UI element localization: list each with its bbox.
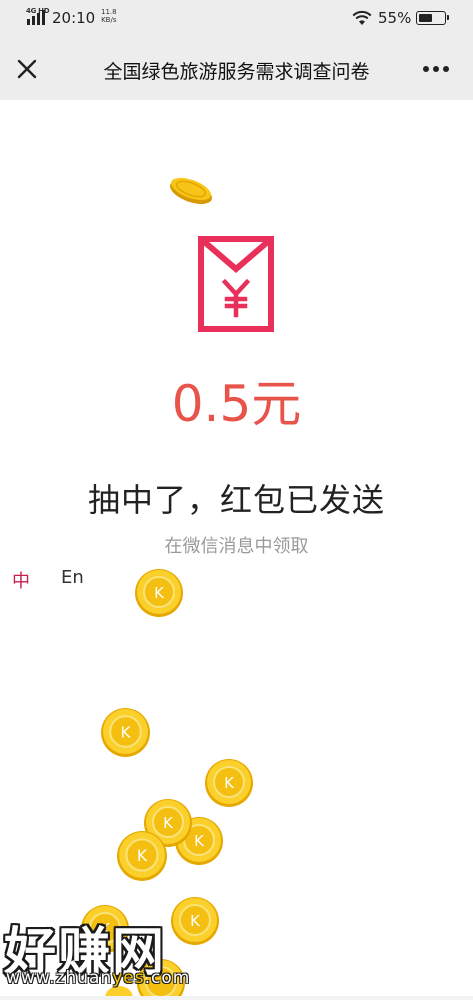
coin-icon: K xyxy=(205,759,253,807)
bottom-divider xyxy=(0,996,473,1000)
red-envelope-icon xyxy=(198,236,274,332)
signal-icon xyxy=(27,10,45,25)
result-title: 抽中了，红包已发送 xyxy=(87,481,385,519)
coin-icon: K xyxy=(135,569,183,617)
svg-text:K: K xyxy=(120,724,131,742)
nav-bar: 全国绿色旅游服务需求调查问卷 xyxy=(0,38,473,100)
svg-text:K: K xyxy=(190,912,201,930)
prize-amount: 0.5元 xyxy=(171,375,302,433)
watermark-url-highlight: yes xyxy=(112,968,145,988)
speed-unit: KB/s xyxy=(101,16,117,24)
result-subtitle: 在微信消息中领取 xyxy=(164,536,309,557)
watermark-url-suffix: .com xyxy=(144,968,191,988)
svg-text:K: K xyxy=(154,584,165,602)
coin-icon xyxy=(170,177,212,205)
watermark-url: www.zhuanyes.com xyxy=(6,968,190,988)
close-icon[interactable] xyxy=(14,56,40,82)
battery-fill xyxy=(419,14,432,22)
network-speed: 11.8 KB/s xyxy=(101,8,117,24)
page-title: 全国绿色旅游服务需求调查问卷 xyxy=(103,61,370,83)
coin-icon: K xyxy=(171,897,219,945)
coin-icon: K xyxy=(101,708,150,757)
status-bar: 4G HD 20:10 11.8 KB/s 55% xyxy=(0,0,473,38)
battery-percent: 55% xyxy=(378,9,412,27)
clock: 20:10 xyxy=(52,9,96,27)
wifi-icon xyxy=(352,10,372,25)
watermark-url-prefix: www.zhuan xyxy=(6,968,113,988)
svg-text:K: K xyxy=(194,832,205,850)
svg-text:K: K xyxy=(137,847,148,865)
coin-icon: K xyxy=(117,831,167,881)
speed-value: 11.8 xyxy=(101,8,117,16)
battery-icon xyxy=(416,11,449,25)
language-english[interactable]: En xyxy=(61,567,84,588)
svg-text:K: K xyxy=(224,774,235,792)
more-icon[interactable] xyxy=(418,56,454,82)
language-chinese[interactable]: 中 xyxy=(12,567,30,593)
